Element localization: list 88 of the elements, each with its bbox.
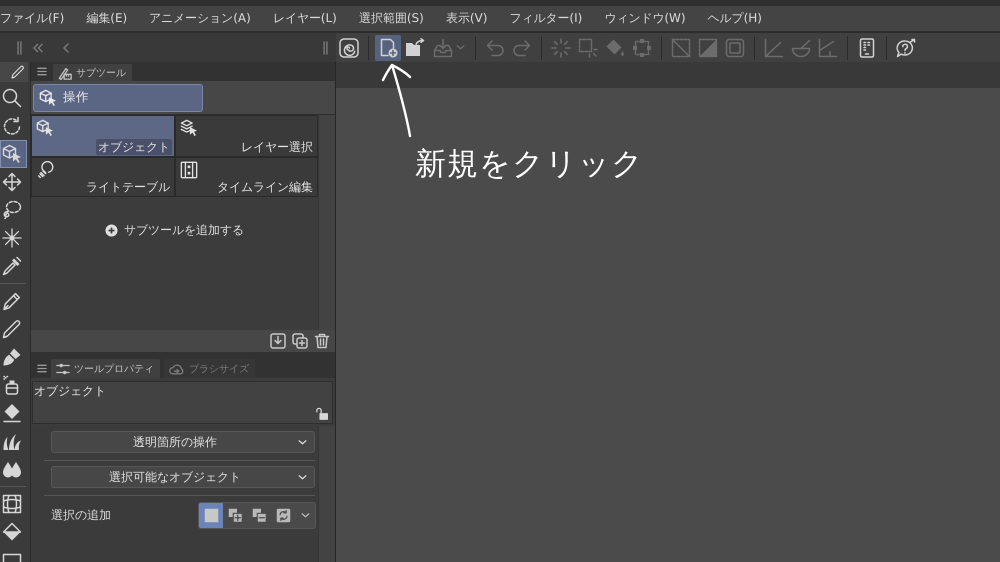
square-icon xyxy=(204,508,218,522)
film-strip-icon xyxy=(180,161,198,179)
caret-icon xyxy=(298,474,307,480)
pen-icon xyxy=(2,291,22,311)
icon-button[interactable] xyxy=(291,332,309,350)
unlocked-icon[interactable] xyxy=(316,407,328,420)
tool-tab[interactable] xyxy=(0,62,28,82)
field-label: 選択の追加 xyxy=(51,506,111,524)
menu-icon[interactable] xyxy=(37,67,47,76)
burst-icon xyxy=(551,38,571,58)
stack-cursor-icon xyxy=(180,119,198,137)
caret-icon xyxy=(298,440,307,444)
redo-icon xyxy=(512,38,532,58)
rotate-icon xyxy=(2,116,22,136)
pencil-icon xyxy=(11,65,25,79)
subtool-tile[interactable]: オブジェクト xyxy=(31,115,175,157)
phone-icon xyxy=(857,38,877,58)
fill-icon xyxy=(2,522,22,542)
double-chevron-icon[interactable] xyxy=(33,42,43,52)
menu-item[interactable]: 編集(E) xyxy=(75,6,138,31)
menu-item[interactable]: ヘルプ(H) xyxy=(696,6,773,31)
grip-icon[interactable] xyxy=(17,40,22,54)
bucket-icon xyxy=(605,38,625,58)
angle-ruler-icon xyxy=(764,38,784,58)
help-icon xyxy=(896,38,916,58)
sparkle-icon xyxy=(2,228,22,248)
box-arrow-down-icon xyxy=(270,333,286,349)
cube-cursor-icon xyxy=(2,144,22,164)
cloud-arrow-icon xyxy=(169,362,185,376)
folder-arrow-icon xyxy=(405,38,425,58)
mode-button[interactable] xyxy=(199,502,223,528)
move-icon xyxy=(2,172,22,192)
menu-item[interactable]: 選択範囲(S) xyxy=(348,6,435,31)
grid-icon xyxy=(2,494,22,514)
eraser-icon xyxy=(2,403,22,423)
new-page-icon xyxy=(378,38,398,58)
tray-arrow-icon xyxy=(433,38,453,58)
squares-plus-icon xyxy=(228,508,242,522)
menu-item[interactable]: ウィンドウ(W) xyxy=(593,6,697,31)
cycle-arrows-square-icon xyxy=(276,508,290,522)
eyedropper-icon xyxy=(2,256,22,276)
search-icon xyxy=(2,88,22,108)
dropdown[interactable]: 透明箇所の操作 xyxy=(51,431,315,453)
panel-tab[interactable]: ツールプロパティ xyxy=(51,359,160,378)
cube-cursor-icon xyxy=(39,88,57,106)
curve-ruler-icon xyxy=(791,38,811,58)
tool-name-label: オブジェクト xyxy=(34,384,106,399)
half-filled-square-icon xyxy=(698,38,718,58)
annotation-text: 新規をクリック xyxy=(415,145,644,184)
dashed-diagonal-icon xyxy=(671,38,691,58)
menu-item[interactable]: ファイル(F) xyxy=(0,6,76,31)
swirl-icon xyxy=(339,38,359,58)
caret-icon xyxy=(300,512,310,518)
dropdown[interactable]: 選択可能なオブジェクト xyxy=(51,466,315,488)
angle-icon xyxy=(818,38,838,58)
dashed-square-icon xyxy=(578,38,598,58)
sliders-icon xyxy=(56,362,70,376)
menu-item[interactable]: 表示(V) xyxy=(434,6,498,31)
grip-icon[interactable] xyxy=(323,40,328,54)
menu-icon[interactable] xyxy=(37,364,47,373)
light-bulb-icon xyxy=(36,161,54,179)
trash-icon xyxy=(314,333,330,349)
pencil-icon xyxy=(2,319,22,339)
undo-icon xyxy=(485,38,505,58)
caret-icon xyxy=(456,45,465,50)
nested-square-icon xyxy=(725,38,745,58)
tool-button[interactable] xyxy=(0,140,27,168)
tool-group-button[interactable]: 操作 xyxy=(33,84,203,112)
subtool-tile[interactable]: タイムライン編集 xyxy=(175,157,318,197)
subtool-tile[interactable]: レイヤー選択 xyxy=(175,115,318,157)
plus-circle-icon xyxy=(105,224,118,236)
subtool-tile[interactable]: ライトテーブル xyxy=(31,157,175,197)
toolbar-button[interactable] xyxy=(375,34,401,60)
lasso-icon xyxy=(2,200,22,220)
chevron-icon[interactable] xyxy=(63,42,69,52)
menu-item[interactable]: アニメーション(A) xyxy=(138,6,262,31)
crop-frame-icon xyxy=(632,38,652,58)
pen-ruler-icon xyxy=(58,66,72,80)
cube-cursor-icon xyxy=(36,119,54,137)
add-subtool-button[interactable]: サブツールを追加する xyxy=(105,221,244,239)
squares-minus-icon xyxy=(252,508,266,522)
panel-tab[interactable]: サブツール xyxy=(53,64,132,81)
icon-button[interactable] xyxy=(269,332,287,350)
brush-icon xyxy=(2,347,22,367)
menu-item[interactable]: レイヤー(L) xyxy=(262,6,348,31)
icon-button[interactable] xyxy=(313,332,331,350)
menu-item[interactable]: フィルター(I) xyxy=(498,6,594,31)
duplicate-icon xyxy=(292,333,308,349)
